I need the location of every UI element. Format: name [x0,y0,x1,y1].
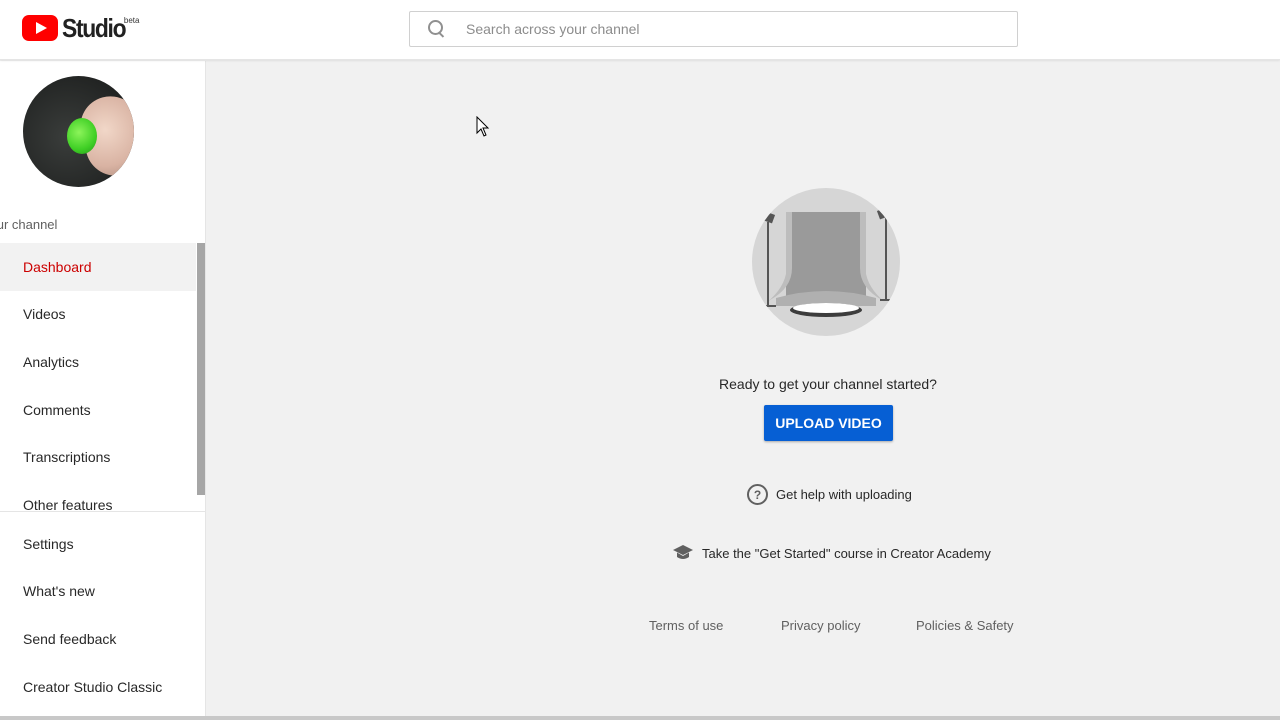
channel-label: Your channel [0,217,58,232]
sidebar-item-send-feedback[interactable]: Send feedback [0,615,196,663]
mouse-cursor-icon [476,116,490,137]
sidebar-item-creator-studio-classic[interactable]: Creator Studio Classic [0,663,196,711]
sidebar-nav: Dashboard Videos Analytics Comments Tran… [0,243,205,511]
sidebar-item-other-features[interactable]: Other features [0,481,196,511]
policies-link[interactable]: Policies & Safety [916,618,1014,633]
studio-logo[interactable]: Studio beta [22,14,139,44]
ready-text: Ready to get your channel started? [719,376,937,392]
channel-avatar[interactable] [23,76,134,187]
help-icon: ? [747,484,768,505]
sidebar-divider [0,511,205,512]
terms-link[interactable]: Terms of use [649,618,723,633]
stage-icon [762,207,894,317]
help-uploading-link[interactable]: ? Get help with uploading [747,484,912,505]
sidebar-item-videos[interactable]: Videos [0,291,196,339]
main-content: Ready to get your channel started? UPLOA… [206,61,1280,720]
sidebar-item-whats-new[interactable]: What's new [0,568,196,616]
upload-video-button[interactable]: UPLOAD VIDEO [764,405,893,441]
sidebar: Your channel Dashboard Videos Analytics … [0,61,206,720]
sidebar-bottom-nav: Settings What's new Send feedback Creato… [0,520,205,710]
sidebar-item-label: Videos [23,306,66,323]
sidebar-scrollbar[interactable] [197,243,205,495]
creator-academy-link[interactable]: Take the "Get Started" course in Creator… [672,544,991,562]
graduation-cap-icon [672,544,694,562]
sidebar-item-comments[interactable]: Comments [0,386,196,434]
privacy-link[interactable]: Privacy policy [781,618,860,633]
sidebar-item-label: Other features [23,496,113,511]
youtube-play-icon [22,15,58,41]
sidebar-item-analytics[interactable]: Analytics [0,338,196,386]
sidebar-item-dashboard[interactable]: Dashboard [0,243,196,291]
search-bar [409,11,1018,47]
sidebar-item-label: Send feedback [23,630,117,647]
sidebar-item-transcriptions[interactable]: Transcriptions [0,433,196,481]
sidebar-item-label: Creator Studio Classic [23,678,163,695]
studio-stage-illustration [752,188,900,336]
sidebar-item-settings[interactable]: Settings [0,520,196,568]
search-icon[interactable] [428,20,446,38]
sidebar-item-label: Analytics [23,353,80,370]
beta-badge: beta [123,16,140,25]
sidebar-item-label: Dashboard [23,258,92,275]
course-link-label: Take the "Get Started" course in Creator… [702,545,991,561]
help-link-label: Get help with uploading [776,487,912,502]
search-input[interactable] [466,21,986,37]
taskbar-strip [0,716,1280,720]
sidebar-item-label: Settings [23,535,74,552]
sidebar-item-label: Comments [23,401,91,418]
logo-text: Studio [62,13,127,43]
sidebar-item-label: Transcriptions [23,449,111,466]
sidebar-item-label: What's new [23,583,95,600]
top-bar: Studio beta [0,0,1280,60]
